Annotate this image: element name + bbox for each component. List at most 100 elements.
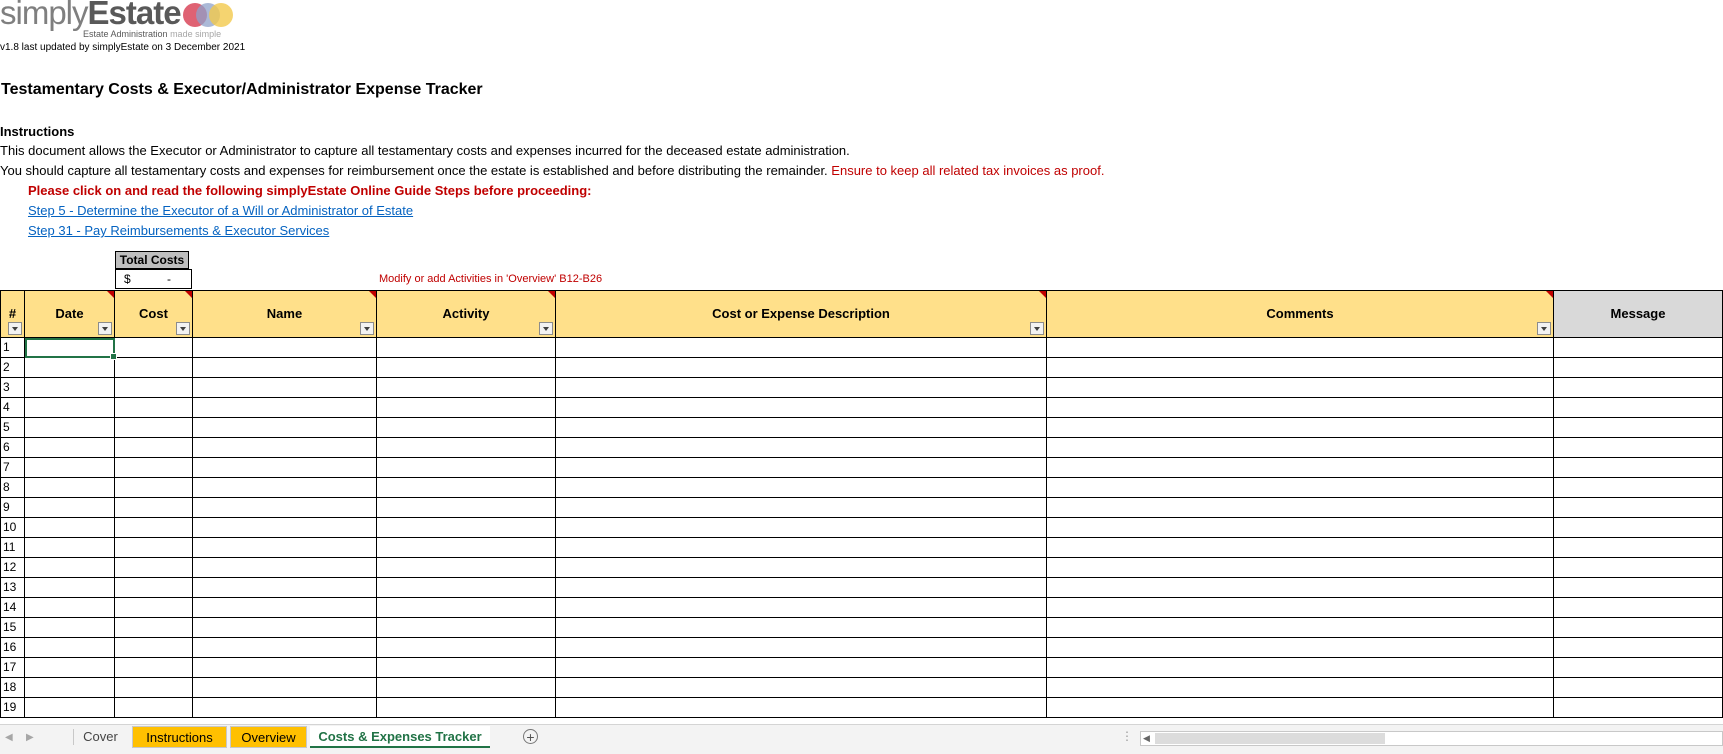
date-cell[interactable] xyxy=(25,638,115,658)
guide-link-step-5[interactable]: Step 5 - Determine the Executor of a Wil… xyxy=(28,203,413,218)
cost-cell[interactable] xyxy=(115,378,193,398)
cost-cell[interactable] xyxy=(115,658,193,678)
name-cell[interactable] xyxy=(193,418,377,438)
date-cell[interactable] xyxy=(25,498,115,518)
description-cell[interactable] xyxy=(556,678,1047,698)
name-cell[interactable] xyxy=(193,618,377,638)
description-cell[interactable] xyxy=(556,578,1047,598)
activity-cell[interactable] xyxy=(377,538,556,558)
message-cell[interactable] xyxy=(1554,558,1723,578)
date-cell[interactable] xyxy=(25,698,115,718)
activity-cell[interactable] xyxy=(377,658,556,678)
comments-cell[interactable] xyxy=(1047,518,1554,538)
filter-dropdown-icon[interactable] xyxy=(98,322,112,335)
description-cell[interactable] xyxy=(556,398,1047,418)
description-cell[interactable] xyxy=(556,338,1047,358)
comments-cell[interactable] xyxy=(1047,478,1554,498)
cost-cell[interactable] xyxy=(115,478,193,498)
tab-costs-expenses-tracker[interactable]: Costs & Expenses Tracker xyxy=(310,726,490,748)
scroll-left-arrow-icon[interactable]: ◀ xyxy=(1143,733,1150,744)
description-cell[interactable] xyxy=(556,658,1047,678)
activity-cell[interactable] xyxy=(377,678,556,698)
tab-overview[interactable]: Overview xyxy=(230,726,307,748)
filter-dropdown-icon[interactable] xyxy=(1030,322,1044,335)
comments-cell[interactable] xyxy=(1047,658,1554,678)
header-comments[interactable]: Comments xyxy=(1047,290,1554,338)
tab-scroll-left-icon[interactable]: ◀ xyxy=(5,732,13,743)
date-cell[interactable] xyxy=(25,458,115,478)
active-cell-selection[interactable] xyxy=(25,338,117,360)
activity-cell[interactable] xyxy=(377,338,556,358)
message-cell[interactable] xyxy=(1554,698,1723,718)
comments-cell[interactable] xyxy=(1047,578,1554,598)
name-cell[interactable] xyxy=(193,398,377,418)
activity-cell[interactable] xyxy=(377,418,556,438)
activity-cell[interactable] xyxy=(377,378,556,398)
cost-cell[interactable] xyxy=(115,398,193,418)
cost-cell[interactable] xyxy=(115,538,193,558)
date-cell[interactable] xyxy=(25,678,115,698)
message-cell[interactable] xyxy=(1554,538,1723,558)
cost-cell[interactable] xyxy=(115,358,193,378)
description-cell[interactable] xyxy=(556,598,1047,618)
message-cell[interactable] xyxy=(1554,398,1723,418)
cost-cell[interactable] xyxy=(115,698,193,718)
cost-cell[interactable] xyxy=(115,518,193,538)
activity-cell[interactable] xyxy=(377,638,556,658)
message-cell[interactable] xyxy=(1554,418,1723,438)
cost-cell[interactable] xyxy=(115,578,193,598)
filter-dropdown-icon[interactable] xyxy=(8,322,22,335)
activity-cell[interactable] xyxy=(377,558,556,578)
cost-cell[interactable] xyxy=(115,498,193,518)
date-cell[interactable] xyxy=(25,598,115,618)
date-cell[interactable] xyxy=(25,438,115,458)
comments-cell[interactable] xyxy=(1047,698,1554,718)
comments-cell[interactable] xyxy=(1047,398,1554,418)
add-sheet-icon[interactable]: + xyxy=(523,729,538,744)
activity-cell[interactable] xyxy=(377,458,556,478)
cost-cell[interactable] xyxy=(115,338,193,358)
activity-cell[interactable] xyxy=(377,698,556,718)
activity-cell[interactable] xyxy=(377,578,556,598)
header-cost[interactable]: Cost xyxy=(115,290,193,338)
comments-cell[interactable] xyxy=(1047,598,1554,618)
name-cell[interactable] xyxy=(193,638,377,658)
header-activity[interactable]: Activity xyxy=(377,290,556,338)
date-cell[interactable] xyxy=(25,538,115,558)
cost-cell[interactable] xyxy=(115,438,193,458)
total-costs-value[interactable]: $ - xyxy=(115,269,192,289)
activity-cell[interactable] xyxy=(377,598,556,618)
comments-cell[interactable] xyxy=(1047,358,1554,378)
description-cell[interactable] xyxy=(556,638,1047,658)
scrollbar-thumb[interactable] xyxy=(1155,733,1385,744)
message-cell[interactable] xyxy=(1554,358,1723,378)
date-cell[interactable] xyxy=(25,518,115,538)
more-options-icon[interactable]: ⋮ xyxy=(1121,729,1133,743)
comments-cell[interactable] xyxy=(1047,618,1554,638)
name-cell[interactable] xyxy=(193,498,377,518)
activity-cell[interactable] xyxy=(377,358,556,378)
comments-cell[interactable] xyxy=(1047,418,1554,438)
cost-cell[interactable] xyxy=(115,418,193,438)
name-cell[interactable] xyxy=(193,518,377,538)
header-number[interactable]: # xyxy=(0,290,25,338)
header-description[interactable]: Cost or Expense Description xyxy=(556,290,1047,338)
comments-cell[interactable] xyxy=(1047,498,1554,518)
name-cell[interactable] xyxy=(193,358,377,378)
comments-cell[interactable] xyxy=(1047,438,1554,458)
message-cell[interactable] xyxy=(1554,598,1723,618)
filter-dropdown-icon[interactable] xyxy=(1537,322,1551,335)
cost-cell[interactable] xyxy=(115,598,193,618)
activity-cell[interactable] xyxy=(377,438,556,458)
comments-cell[interactable] xyxy=(1047,638,1554,658)
cost-cell[interactable] xyxy=(115,558,193,578)
comments-cell[interactable] xyxy=(1047,338,1554,358)
description-cell[interactable] xyxy=(556,698,1047,718)
name-cell[interactable] xyxy=(193,698,377,718)
name-cell[interactable] xyxy=(193,438,377,458)
cost-cell[interactable] xyxy=(115,678,193,698)
message-cell[interactable] xyxy=(1554,378,1723,398)
description-cell[interactable] xyxy=(556,358,1047,378)
description-cell[interactable] xyxy=(556,418,1047,438)
comments-cell[interactable] xyxy=(1047,558,1554,578)
